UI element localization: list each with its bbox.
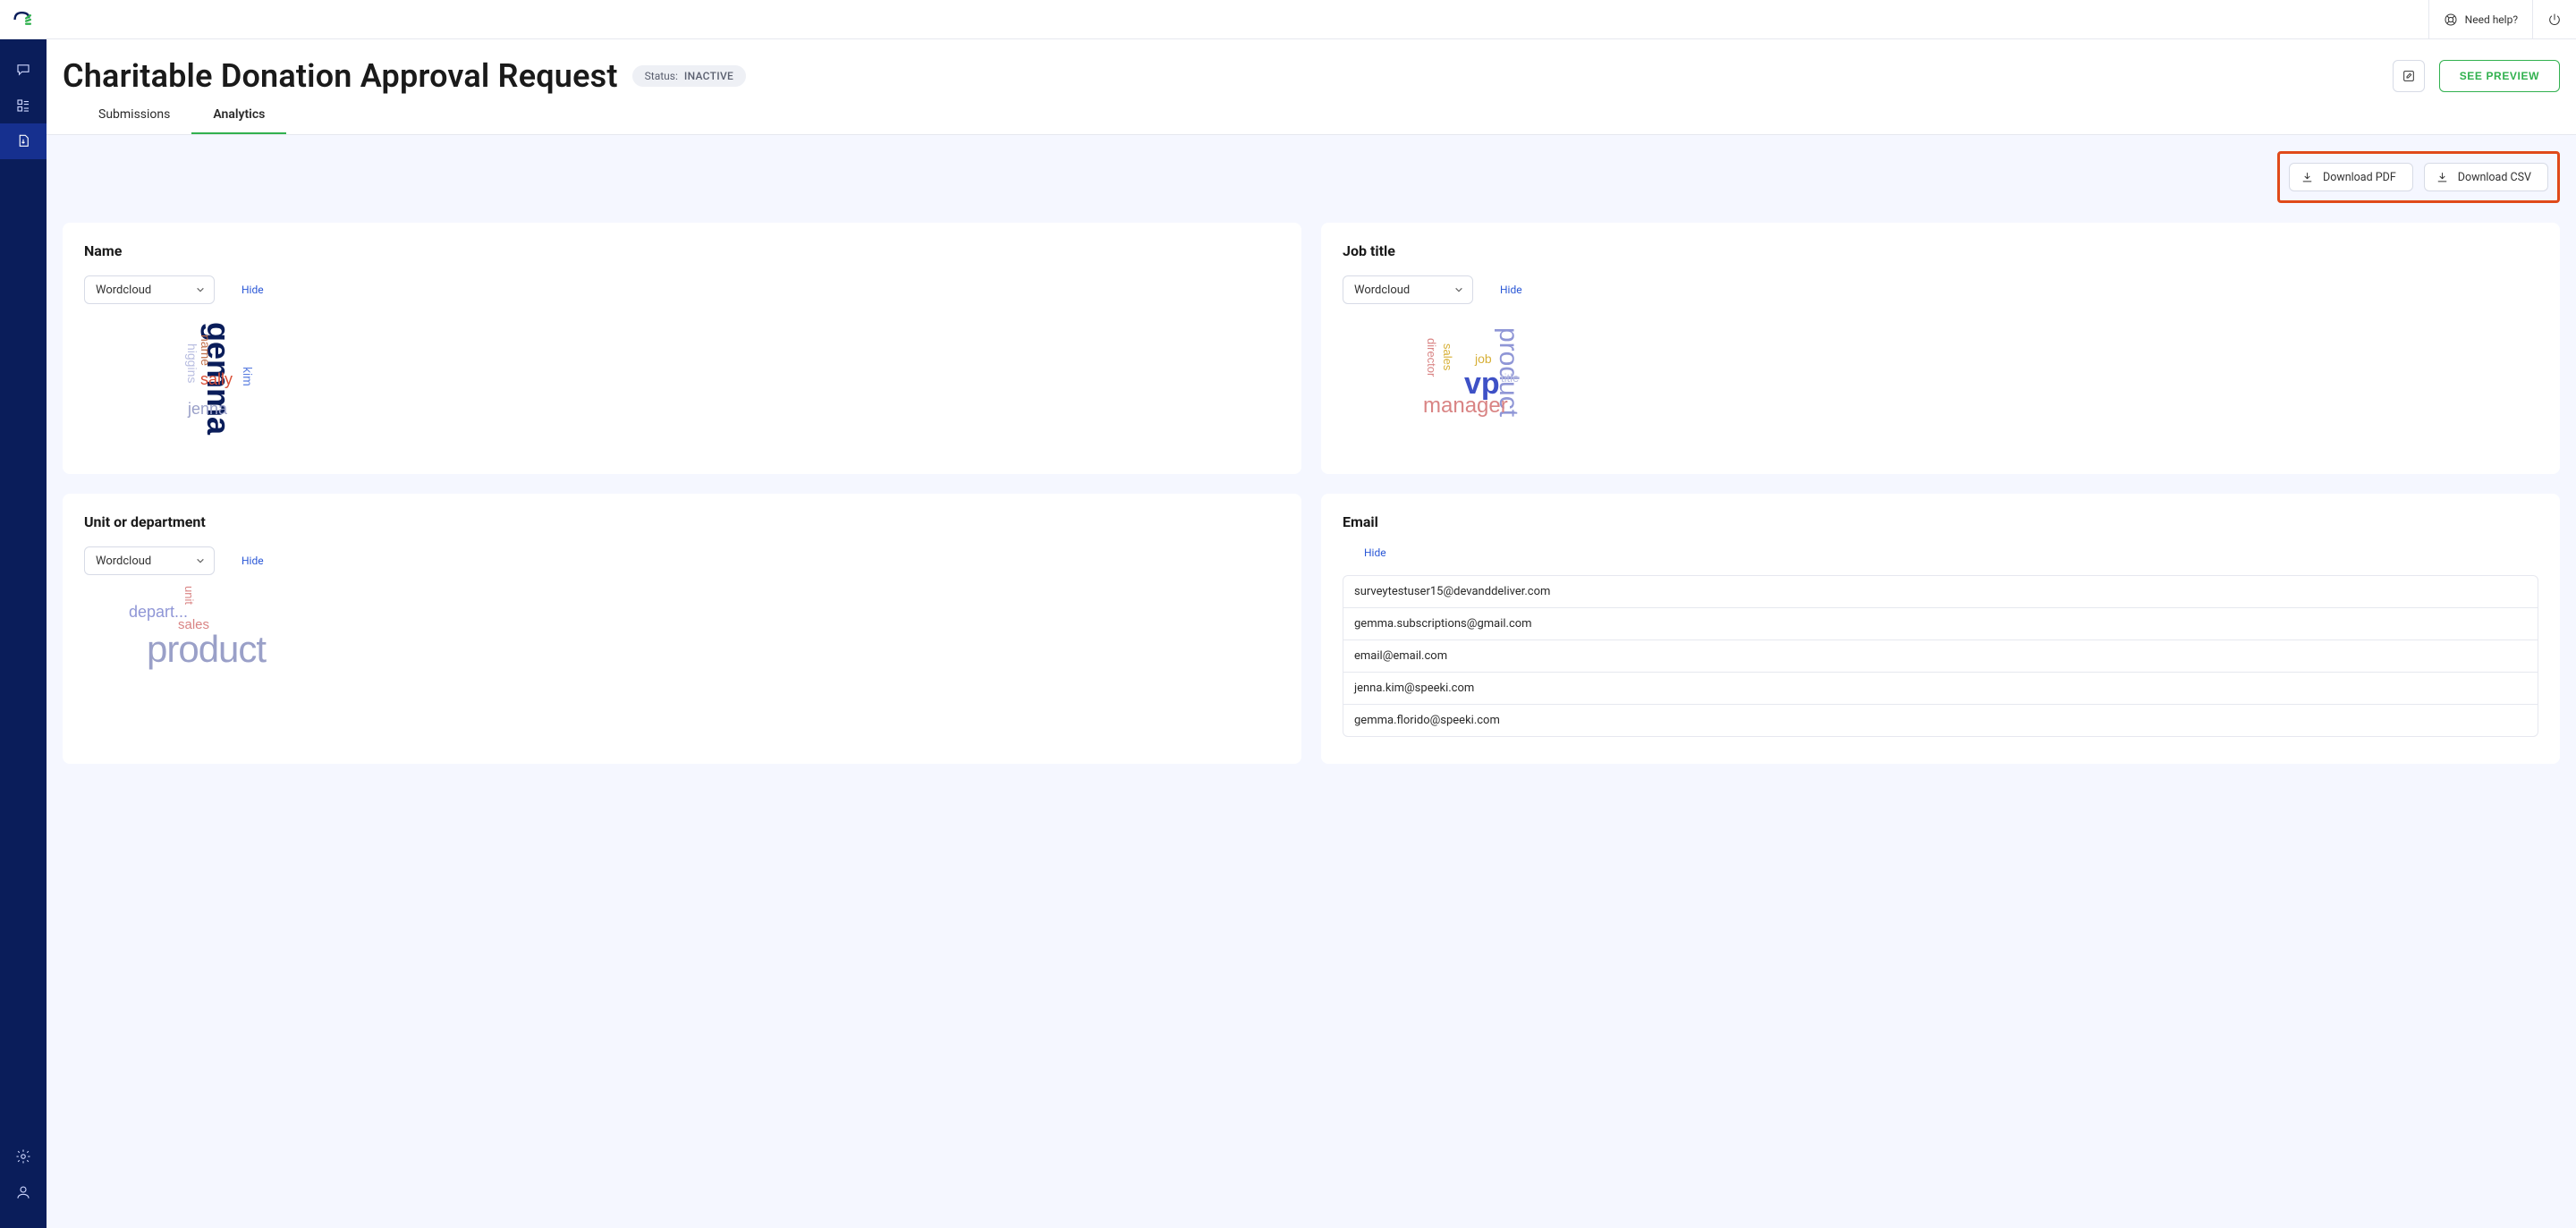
download-icon: [2436, 171, 2449, 184]
hide-link-unit[interactable]: Hide: [242, 555, 264, 567]
speeki-logo-icon: [12, 10, 35, 30]
chevron-down-icon: [196, 556, 205, 565]
tab-submissions[interactable]: Submissions: [77, 95, 191, 134]
life-ring-icon: [2444, 13, 2458, 27]
nav-chat[interactable]: [0, 52, 47, 88]
viz-select-value: Wordcloud: [1354, 284, 1410, 297]
wordcloud-name: gemma name higgins sally kim jenna: [129, 322, 308, 447]
viz-select-value: Wordcloud: [96, 555, 151, 568]
user-icon: [15, 1184, 31, 1200]
email-row: email@email.com: [1343, 640, 2538, 673]
email-row: jenna.kim@speeki.com: [1343, 673, 2538, 705]
hide-link-job-title[interactable]: Hide: [1500, 284, 1522, 296]
download-pdf-label: Download PDF: [2323, 171, 2396, 184]
card-email: Email Hide surveytestuser15@devanddelive…: [1321, 494, 2560, 764]
utility-bar: Need help?: [47, 0, 2576, 39]
hide-link-email[interactable]: Hide: [1364, 546, 1386, 559]
viz-select-value: Wordcloud: [96, 284, 151, 297]
see-preview-button[interactable]: SEE PREVIEW: [2439, 60, 2560, 92]
wc-word: name: [199, 335, 212, 366]
email-row: gemma.florido@speeki.com: [1343, 705, 2538, 736]
wc-word: higgins: [186, 343, 199, 383]
wc-word: manager: [1423, 395, 1508, 417]
wc-word: job: [1475, 352, 1492, 365]
wordcloud-job-title: product vp manager job director sales ti…: [1387, 322, 1566, 447]
tab-analytics[interactable]: Analytics: [191, 95, 286, 134]
card-name-title: Name: [84, 242, 1280, 259]
wc-word: unit: [183, 586, 195, 605]
download-csv-label: Download CSV: [2458, 171, 2531, 184]
document-arrow-icon: [15, 133, 31, 149]
viz-select-unit[interactable]: Wordcloud: [84, 546, 215, 575]
download-icon: [2301, 171, 2314, 184]
wc-word: product: [147, 631, 266, 668]
content-area: Download PDF Download CSV Name Wordcloud: [47, 135, 2576, 1228]
pencil-square-icon: [2402, 69, 2416, 83]
hide-link-name[interactable]: Hide: [242, 284, 264, 296]
brand-logo[interactable]: [0, 0, 47, 39]
chevron-down-icon: [196, 285, 205, 294]
viz-select-name[interactable]: Wordcloud: [84, 275, 215, 304]
download-pdf-button[interactable]: Download PDF: [2289, 163, 2413, 191]
status-badge: Status: INACTIVE: [632, 65, 746, 87]
wordcloud-unit: depart... unit sales product: [111, 593, 290, 718]
page-header: Charitable Donation Approval Request Sta…: [47, 39, 2576, 95]
wc-word: jenna: [188, 401, 227, 417]
email-row: gemma.subscriptions@gmail.com: [1343, 608, 2538, 640]
download-buttons-group: Download PDF Download CSV: [2277, 151, 2560, 203]
chat-bubble-icon: [15, 62, 31, 78]
card-unit-title: Unit or department: [84, 513, 1280, 530]
edit-button[interactable]: [2393, 60, 2425, 92]
tabs-bar: Submissions Analytics: [47, 95, 2576, 135]
card-job-title: Job title Wordcloud Hide product vp mana…: [1321, 223, 2560, 474]
download-csv-button[interactable]: Download CSV: [2424, 163, 2548, 191]
nav-surveys[interactable]: [0, 88, 47, 123]
sidebar-nav: [0, 0, 47, 1228]
nav-settings[interactable]: [0, 1139, 47, 1174]
power-button[interactable]: [2532, 0, 2576, 39]
power-icon: [2547, 13, 2562, 27]
card-job-title-title: Job title: [1343, 242, 2538, 259]
wc-word: title: [1501, 372, 1519, 384]
chevron-down-icon: [1454, 285, 1463, 294]
page-title: Charitable Donation Approval Request: [63, 57, 618, 95]
viz-select-job-title[interactable]: Wordcloud: [1343, 275, 1473, 304]
card-name: Name Wordcloud Hide gemma name higgins s…: [63, 223, 1301, 474]
card-email-title: Email: [1343, 513, 2538, 530]
nav-profile[interactable]: [0, 1174, 47, 1210]
status-value: INACTIVE: [684, 70, 733, 82]
gear-icon: [15, 1148, 31, 1164]
card-unit-department: Unit or department Wordcloud Hide depart…: [63, 494, 1301, 764]
email-table: surveytestuser15@devanddeliver.com gemma…: [1343, 575, 2538, 737]
email-row: surveytestuser15@devanddeliver.com: [1343, 576, 2538, 608]
wc-word: sally: [200, 371, 233, 387]
nav-approvals[interactable]: [0, 123, 47, 159]
help-button[interactable]: Need help?: [2428, 0, 2532, 39]
wc-word: director: [1426, 338, 1437, 377]
wc-word: sales: [1442, 343, 1453, 370]
help-label: Need help?: [2465, 13, 2518, 26]
list-grid-icon: [15, 97, 31, 114]
status-label: Status:: [645, 70, 678, 82]
wc-word: kim: [242, 367, 254, 386]
